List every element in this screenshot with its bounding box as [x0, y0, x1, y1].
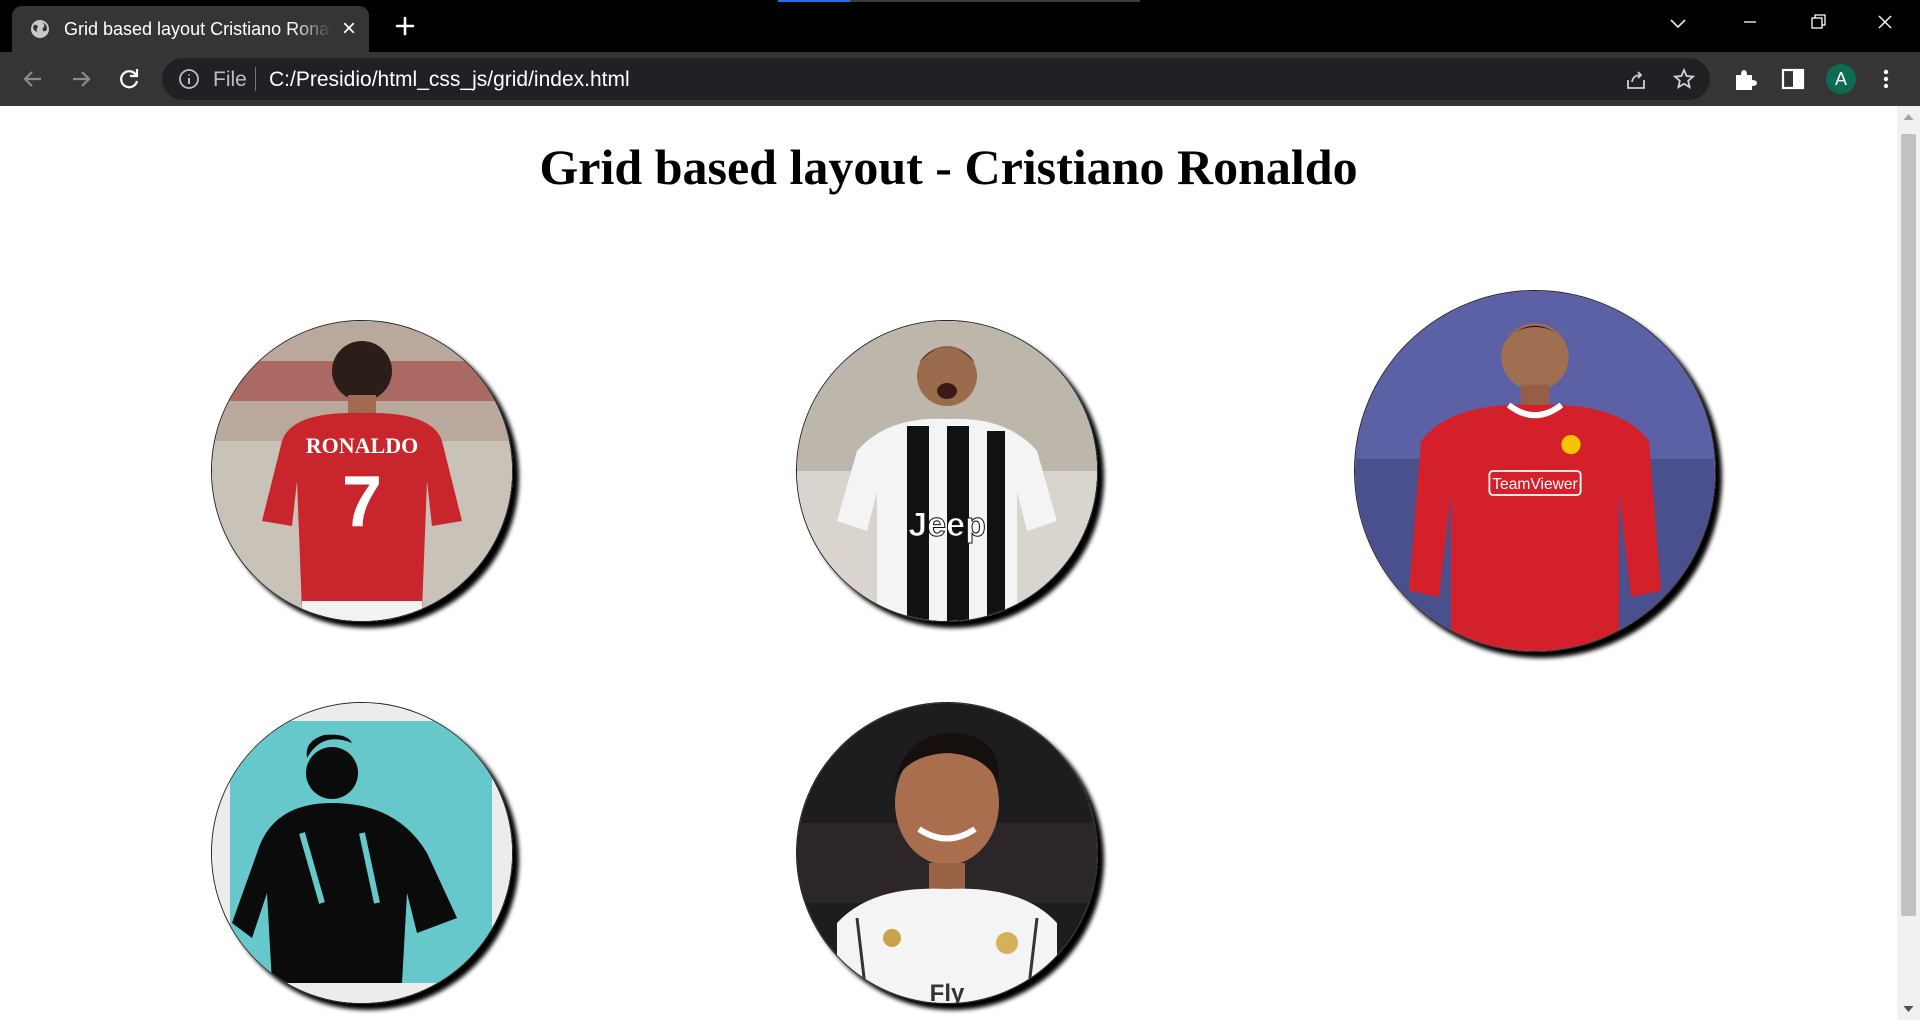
- page-title: Grid based layout - Cristiano Ronaldo: [539, 139, 1358, 195]
- photo-ronaldo-real-madrid: Fly: [796, 702, 1098, 1004]
- url-text[interactable]: C:/Presidio/html_css_js/grid/index.html: [269, 68, 630, 92]
- svg-text:Jeep: Jeep: [908, 506, 986, 544]
- svg-text:TeamViewer: TeamViewer: [1492, 476, 1578, 493]
- loading-indicator: [778, 0, 1140, 2]
- photo-ronaldo-manchester-united: TeamViewer: [1354, 290, 1716, 652]
- scroll-down-arrow-icon[interactable]: [1902, 1004, 1915, 1014]
- reload-icon[interactable]: [116, 66, 142, 92]
- url-scheme-label: File: [213, 68, 247, 91]
- svg-text:7: 7: [342, 462, 382, 542]
- star-icon[interactable]: [1672, 67, 1696, 91]
- arrow-left-icon[interactable]: [20, 66, 46, 92]
- minimize-icon[interactable]: [1723, 4, 1777, 40]
- plus-icon[interactable]: [390, 11, 420, 41]
- arrow-right-icon[interactable]: [68, 66, 94, 92]
- puzzle-icon[interactable]: [1732, 66, 1758, 92]
- browser-titlebar: Grid based layout Cristiano Ronaldo ×: [0, 0, 1920, 52]
- browser-toolbar: File C:/Presidio/html_css_js/grid/index.…: [0, 52, 1920, 106]
- avatar[interactable]: A: [1826, 64, 1856, 94]
- kebab-menu-icon[interactable]: [1878, 66, 1894, 92]
- restore-icon[interactable]: [1790, 4, 1844, 40]
- globe-icon: [31, 20, 49, 38]
- address-bar[interactable]: File C:/Presidio/html_css_js/grid/index.…: [162, 58, 1710, 100]
- side-panel-icon[interactable]: [1780, 66, 1806, 92]
- browser-tab[interactable]: Grid based layout Cristiano Ronaldo ×: [12, 6, 369, 52]
- scroll-up-arrow-icon[interactable]: [1902, 112, 1915, 122]
- share-icon[interactable]: [1624, 68, 1648, 92]
- scrollbar-thumb[interactable]: [1901, 134, 1916, 916]
- svg-text:RONALDO: RONALDO: [306, 433, 418, 458]
- vertical-scrollbar[interactable]: [1897, 106, 1920, 1020]
- close-window-icon[interactable]: [1858, 4, 1912, 40]
- info-icon[interactable]: [178, 68, 200, 90]
- tab-title: Grid based layout Cristiano Ronaldo: [64, 19, 332, 40]
- close-icon[interactable]: ×: [338, 17, 360, 41]
- photo-ronaldo-back: RONALDO 7: [211, 320, 513, 622]
- photo-ronaldo-juventus: Jeep: [796, 320, 1098, 622]
- divider: [255, 67, 256, 91]
- photo-ronaldo-stencil: [211, 702, 513, 1004]
- web-page: Grid based layout - Cristiano Ronaldo RO…: [0, 106, 1897, 1020]
- svg-text:Fly: Fly: [930, 980, 965, 1003]
- chevron-down-icon[interactable]: [1664, 12, 1692, 34]
